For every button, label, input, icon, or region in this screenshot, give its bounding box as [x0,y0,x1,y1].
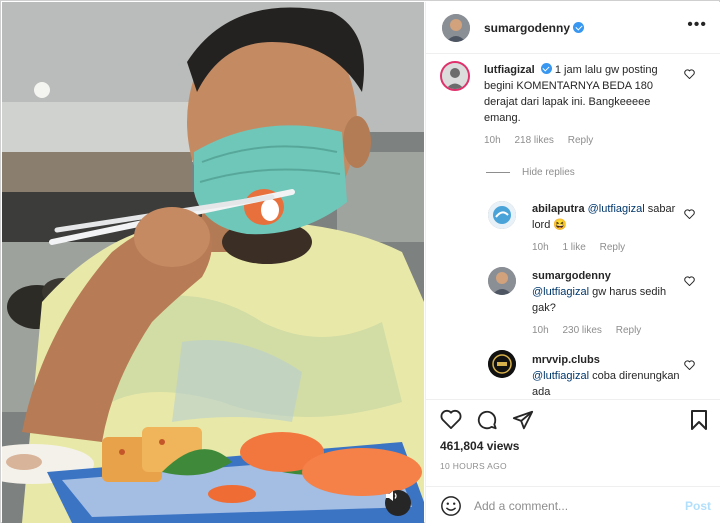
comments-list: lutfiagizal 1 jam lalu gw posting begini… [426,55,720,399]
emoji-icon[interactable] [440,495,462,517]
verified-badge-icon [573,22,585,33]
avatar-image [442,63,468,89]
post-actions [426,399,720,439]
commenter-avatar[interactable] [440,61,470,91]
avatar-image [488,267,516,295]
reply-likes[interactable]: 1 like [562,242,585,253]
comment-likes[interactable]: 218 likes [514,135,553,146]
hide-replies-line [486,172,510,173]
more-options-icon[interactable]: ••• [687,16,707,34]
reply-button[interactable]: Reply [600,242,626,253]
comment-bubble-icon[interactable] [476,409,498,431]
reply-button[interactable]: Reply [616,325,642,336]
reply-item: abilaputra @lutfiagizal sabar lord 😆 10h… [532,201,692,253]
reply-avatar[interactable] [488,201,516,229]
share-paper-plane-icon[interactable] [512,409,534,431]
reply-username[interactable]: mrvvip.clubs [532,354,600,366]
comment-composer: Post [426,486,720,523]
reply-username[interactable]: sumargodenny [532,270,611,282]
reply-likes[interactable]: 230 likes [562,325,601,336]
reply-username[interactable]: abilaputra [532,203,585,215]
post-sidebar: sumargodenny ••• lutfiagizal 1 jam lalu … [425,2,720,523]
post-video[interactable] [2,2,424,523]
author-username-text: sumargodenny [484,21,571,35]
speaker-icon [386,491,397,501]
author-avatar[interactable] [442,14,470,42]
post-frame: sumargodenny ••• lutfiagizal 1 jam lalu … [0,0,720,523]
reply-button[interactable]: Reply [568,135,594,146]
reply-time[interactable]: 10h [532,325,549,336]
reply-avatar[interactable] [488,267,516,295]
like-comment-heart-icon[interactable] [684,276,695,286]
comment-item: lutfiagizal 1 jam lalu gw posting begini… [484,62,684,146]
like-comment-heart-icon[interactable] [684,69,695,79]
like-heart-icon[interactable] [440,409,462,429]
save-bookmark-icon[interactable] [690,409,708,431]
reply-time[interactable]: 10h [532,242,549,253]
verified-badge-icon [540,63,552,74]
comment-time[interactable]: 10h [484,135,501,146]
hide-replies-label: Hide replies [522,167,575,178]
mute-toggle-button[interactable] [385,490,411,516]
reply-item: sumargodenny @lutfiagizal gw harus sedih… [532,268,682,336]
reply-mention[interactable]: @lutfiagizal [532,370,589,382]
reply-avatar[interactable] [488,350,516,378]
post-timestamp[interactable]: 10 HOURS AGO [440,461,507,471]
reply-item: mrvvip.clubs @lutfiagizal coba direnungk… [532,352,682,399]
reply-mention[interactable]: @lutfiagizal [588,203,645,215]
hide-replies-toggle[interactable]: Hide replies [486,167,575,178]
avatar-image [442,14,470,42]
post-header: sumargodenny ••• [426,2,720,54]
avatar-image [488,201,516,229]
like-comment-heart-icon[interactable] [684,209,695,219]
post-comment-button[interactable]: Post [685,499,711,513]
video-frame-illustration [2,2,424,523]
view-count[interactable]: 461,804 views [440,439,519,453]
author-username[interactable]: sumargodenny [484,21,585,35]
reply-mention[interactable]: @lutfiagizal [532,286,589,298]
like-comment-heart-icon[interactable] [684,360,695,370]
avatar-image [488,350,516,378]
comment-input[interactable] [474,496,674,516]
comment-username[interactable]: lutfiagizal [484,64,535,76]
